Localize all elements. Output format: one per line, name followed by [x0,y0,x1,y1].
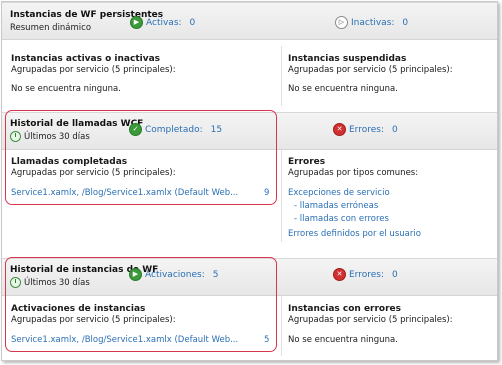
play-icon: ▶ [130,16,143,29]
active-instances-link[interactable]: ▶ Activas: 0 [130,16,195,29]
activations-link[interactable]: ▶ Activaciones: 5 [129,268,218,281]
active-label: Activas: [146,17,182,28]
inactive-instances-link[interactable]: ▷ Inactivas: 0 [335,16,408,29]
faulted-calls-link[interactable]: - llamadas con errores [294,214,389,224]
play-icon: ▶ [129,268,142,281]
service-exceptions-link[interactable]: Excepciones de servicio [288,188,390,198]
activations-service-link[interactable]: Service1.xamlx, /Blog/Service1.xamlx (De… [11,335,238,345]
wf-persistent-subtitle: Resumen dinámico [10,23,92,33]
completed-calls-panel-subtitle: Agrupadas por servicio (5 principales): [11,168,176,178]
divider [281,46,282,106]
errors-panel-subtitle: Agrupadas por tipos comunes: [288,168,419,178]
completed-count: 15 [210,124,223,135]
active-inactive-panel-title: Instancias activas o inactivas [11,54,161,64]
dashboard-frame: Instancias de WF persistentes Resumen di… [1,1,498,361]
wcf-history-title: Historial de llamadas WCF [10,119,144,129]
failed-calls-link[interactable]: - llamadas erróneas [294,201,378,211]
wcf-errors-label: Errores: [349,124,384,135]
completed-calls-service-link[interactable]: Service1.xamlx, /Blog/Service1.xamlx (De… [11,188,238,198]
wcf-history-period: Últimos 30 días [10,131,90,142]
activations-panel-subtitle: Agrupadas por servicio (5 principales): [11,315,176,325]
activations-service-count: 5 [264,335,270,345]
divider [281,150,282,242]
inactive-count: 0 [402,17,409,28]
error-icon: ✕ [333,123,346,136]
wf-errors-label: Errores: [349,269,384,280]
active-count: 0 [189,17,196,28]
faulted-instances-panel-title: Instancias con errores [288,304,402,314]
activations-count: 5 [212,269,219,280]
wcf-errors-count: 0 [392,124,398,135]
pause-icon: ▷ [335,16,348,29]
active-inactive-panel-subtitle: Agrupadas por servicio (5 principales): [11,65,176,75]
inactive-label: Inactivas: [351,17,395,28]
divider [281,296,282,356]
completed-calls-count: 9 [264,188,270,198]
error-icon: ✕ [333,268,346,281]
clock-icon [10,277,21,288]
clock-icon [10,131,21,142]
wf-errors-link[interactable]: ✕ Errores: 0 [333,268,398,281]
faulted-instances-panel-subtitle: Agrupadas por servicio (5 principales): [288,315,453,325]
wcf-errors-link[interactable]: ✕ Errores: 0 [333,123,398,136]
wcf-period-label: Últimos 30 días [24,131,90,142]
suspended-empty-text: No se encuentra ninguna. [288,84,398,94]
faulted-instances-empty-text: No se encuentra ninguna. [288,335,398,345]
active-inactive-empty-text: No se encuentra ninguna. [11,84,121,94]
wcf-completed-link[interactable]: ✓ Completado: 15 [129,123,222,136]
wf-period-label: Últimos 30 días [24,277,90,288]
wf-errors-count: 0 [392,269,398,280]
wf-persistent-header [2,2,497,40]
activations-label: Activaciones: [145,269,205,280]
suspended-panel-title: Instancias suspendidas [288,54,407,64]
user-defined-errors-link[interactable]: Errores definidos por el usuario [288,229,421,239]
wf-history-period: Últimos 30 días [10,277,90,288]
completed-calls-panel-title: Llamadas completadas [11,157,128,167]
completed-label: Completado: [145,124,203,135]
errors-panel-title: Errores [288,157,326,167]
activations-panel-title: Activaciones de instancias [11,304,146,314]
check-icon: ✓ [129,123,142,136]
suspended-panel-subtitle: Agrupadas por servicio (5 principales): [288,65,453,75]
